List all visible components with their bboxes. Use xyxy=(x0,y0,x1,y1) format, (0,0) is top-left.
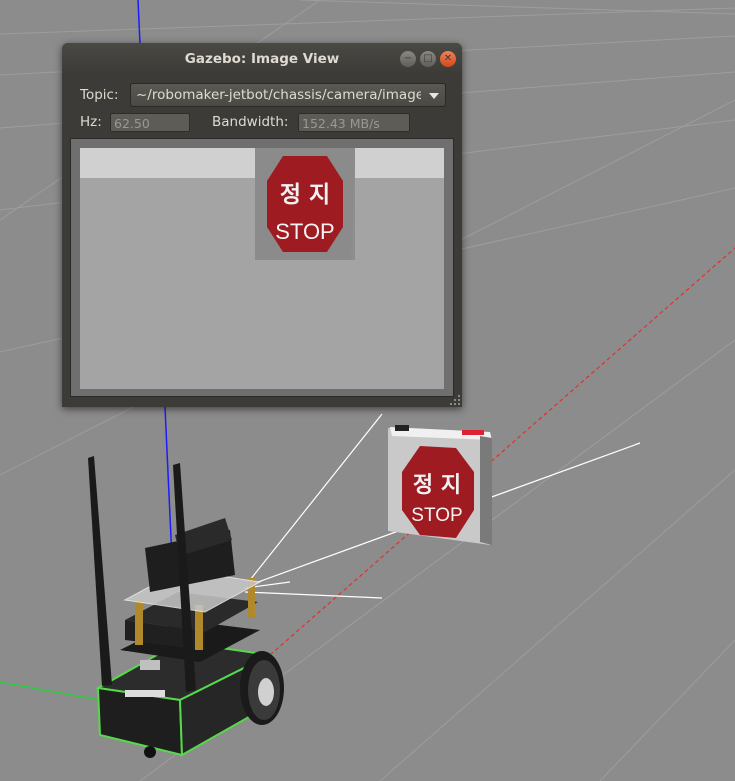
topic-label: Topic: xyxy=(80,87,119,103)
image-view-window[interactable]: Gazebo: Image View − □ ✕ Topic: ~/roboma… xyxy=(62,43,462,407)
hz-field: 62.50 xyxy=(110,113,190,132)
hz-label: Hz: xyxy=(80,114,102,130)
camera-sign-korean-text: 정 지 xyxy=(280,182,330,208)
topic-value: ~/robomaker-jetbot/chassis/camera/image xyxy=(136,87,421,103)
camera-image: 정 지 STOP xyxy=(71,139,453,396)
stop-sign-english-text: STOP xyxy=(411,505,462,526)
camera-image-frame: 정 지 STOP xyxy=(70,138,454,397)
chevron-down-icon[interactable] xyxy=(429,93,439,99)
topic-select[interactable]: ~/robomaker-jetbot/chassis/camera/image xyxy=(130,83,446,107)
camera-sign-english-text: STOP xyxy=(275,219,335,244)
stop-sign-korean-text: 정 지 xyxy=(413,473,461,498)
bandwidth-field: 152.43 MB/s xyxy=(298,113,410,132)
resize-grip-icon[interactable] xyxy=(450,395,460,405)
window-titlebar[interactable]: Gazebo: Image View − □ ✕ xyxy=(62,43,462,75)
bandwidth-label: Bandwidth: xyxy=(212,114,289,130)
stop-sign-model[interactable]: 정 지 STOP xyxy=(388,425,492,545)
maximize-icon[interactable]: □ xyxy=(420,51,436,67)
minimize-icon[interactable]: − xyxy=(400,51,416,67)
close-icon[interactable]: ✕ xyxy=(440,51,456,67)
